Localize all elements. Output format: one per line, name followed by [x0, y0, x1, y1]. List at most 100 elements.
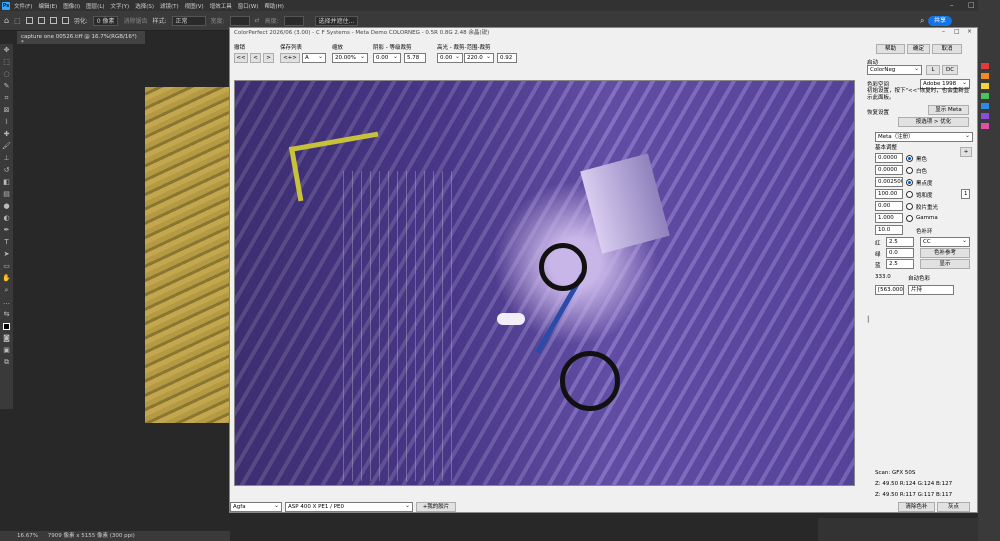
swatch-blue[interactable] [981, 103, 989, 109]
black-radio[interactable] [906, 155, 913, 162]
film-relight-field[interactable]: 0.00 [875, 201, 903, 211]
quick-select-tool-icon[interactable]: ✎ [0, 80, 13, 92]
options-optimize-button[interactable]: 按选项 > 优化 [898, 117, 969, 127]
menu-select[interactable]: 选择(S) [135, 2, 154, 10]
antialias-checkbox[interactable]: 消除锯齿 [123, 16, 147, 25]
savelist-add-button[interactable]: <+> [280, 53, 300, 63]
film-type-select[interactable]: ASP 400 X PE1 / PE0 [285, 502, 413, 512]
style-select[interactable]: 正常 [171, 15, 206, 26]
dialog-maximize-icon[interactable]: □ [954, 28, 960, 35]
eyedropper-tool-icon[interactable]: ⌇ [0, 116, 13, 128]
path-select-icon[interactable]: ➤ [0, 248, 13, 260]
menu-layer[interactable]: 图层(L) [86, 2, 104, 10]
filter-field[interactable]: 10.0 [875, 225, 903, 235]
type-tool-icon[interactable]: T [0, 236, 13, 248]
cancel-button[interactable]: 取消 [932, 44, 962, 54]
menu-edit[interactable]: 编辑(E) [38, 2, 57, 10]
frame-tool-icon[interactable]: ⊠ [0, 104, 13, 116]
swatch-purple[interactable] [981, 113, 989, 119]
subtract-selection-icon[interactable] [49, 17, 57, 24]
film-relight-radio[interactable] [906, 203, 913, 210]
white-field[interactable]: 0.0000 [875, 165, 903, 175]
swatch-pink[interactable] [981, 123, 989, 129]
shadow-select[interactable]: 0.00 [373, 53, 401, 63]
menu-type[interactable]: 文字(Y) [111, 2, 130, 10]
swatch-orange[interactable] [981, 73, 989, 79]
swatch-yellow[interactable] [981, 83, 989, 89]
gamma-field[interactable]: 1.000 [875, 213, 903, 223]
saturation-field[interactable]: 100.00 [875, 189, 903, 199]
new-selection-icon[interactable] [25, 17, 33, 24]
savelist-select[interactable]: A [302, 53, 326, 63]
my-film-button[interactable]: +我的胶片 [416, 502, 456, 512]
startup-l-button[interactable]: L [926, 65, 940, 75]
gamma-radio[interactable] [906, 215, 913, 222]
cc-select[interactable]: CC [920, 237, 970, 247]
blackpoint-field[interactable]: 0.002500 [875, 177, 903, 187]
film-brand-select[interactable]: Agfa [230, 502, 282, 512]
shape-tool-icon[interactable]: ▭ [0, 260, 13, 272]
menu-window[interactable]: 窗口(W) [238, 2, 259, 10]
white-radio[interactable] [906, 167, 913, 174]
minimize-icon[interactable]: – [950, 1, 954, 9]
redo-button[interactable]: > [263, 53, 274, 63]
startup-select[interactable]: ColorNeg [867, 65, 922, 75]
height-input[interactable] [283, 15, 304, 26]
film-hold-field[interactable]: 片持 [908, 285, 954, 295]
history-brush-icon[interactable]: ↺ [0, 164, 13, 176]
select-and-mask-button[interactable]: 选择并遮住... [314, 15, 359, 26]
green-field[interactable]: 0.0 [886, 248, 914, 258]
foreground-color-icon[interactable] [0, 320, 13, 332]
highlight-range-select[interactable]: 220.0 [464, 53, 494, 63]
undo-button[interactable]: < [250, 53, 261, 63]
menu-image[interactable]: 图像(I) [63, 2, 80, 10]
menu-plugins[interactable]: 增效工具 [210, 2, 232, 10]
preview-image[interactable] [234, 80, 855, 486]
search-icon[interactable]: ⌕ [920, 16, 924, 26]
menu-filter[interactable]: 滤镜(T) [160, 2, 179, 10]
menu-view[interactable]: 视图(V) [185, 2, 204, 10]
marquee-tool-icon[interactable]: ⬚ [0, 56, 13, 68]
saturation-radio[interactable] [906, 191, 913, 198]
cc-reference-button[interactable]: 色补参考 [920, 248, 970, 258]
swap-icon[interactable]: ⇄ [255, 17, 260, 24]
red-field[interactable]: 2.5 [886, 237, 914, 247]
dodge-tool-icon[interactable]: ◐ [0, 212, 13, 224]
highlight-value-field[interactable]: 0.92 [497, 53, 517, 63]
meta-select[interactable]: Meta（注册） [875, 132, 973, 142]
show-meta-button[interactable]: 显示 Meta [928, 105, 969, 115]
swatch-red[interactable] [981, 63, 989, 69]
display-button[interactable]: 显示 [920, 259, 970, 269]
dialog-close-icon[interactable]: × [967, 28, 972, 35]
zoom-status[interactable]: 16.67% [17, 533, 38, 539]
menu-file[interactable]: 文件(F) [14, 2, 32, 10]
feather-input[interactable]: 0 像素 [92, 15, 119, 26]
healing-tool-icon[interactable]: ✚ [0, 128, 13, 140]
lasso-tool-icon[interactable]: ◌ [0, 68, 13, 80]
move-tool-icon[interactable]: ✥ [0, 44, 13, 56]
dialog-minimize-icon[interactable]: – [942, 28, 945, 35]
help-button[interactable]: 帮助 [876, 44, 905, 54]
screen-mode-icon[interactable]: ▣ [0, 344, 13, 356]
add-selection-icon[interactable] [37, 17, 45, 24]
eraser-tool-icon[interactable]: ◧ [0, 176, 13, 188]
home-icon[interactable]: ⌂ [4, 16, 9, 25]
quick-mask-icon[interactable]: ◙ [0, 332, 13, 344]
color-swap-icon[interactable]: ⇆ [0, 308, 13, 320]
zoom-select[interactable]: 20.00% [332, 53, 368, 63]
blue-field[interactable]: 2.5 [886, 259, 914, 269]
clear-cc-button[interactable]: 清除色补 [898, 502, 935, 512]
document-tab[interactable]: capture one 00526.tiff @ 16.7%(RGB/16*) … [17, 31, 145, 46]
maximize-icon[interactable]: □ [968, 1, 975, 9]
blackpoint-radio[interactable] [906, 179, 913, 186]
gradient-tool-icon[interactable]: ▤ [0, 188, 13, 200]
black-field[interactable]: 0.0000 [875, 153, 903, 163]
menu-help[interactable]: 帮助(H) [264, 2, 283, 10]
crop-tool-icon[interactable]: ⌗ [0, 92, 13, 104]
share-button[interactable]: 共享 [927, 16, 952, 26]
swatch-green[interactable] [981, 93, 989, 99]
intersect-selection-icon[interactable] [61, 17, 69, 24]
shadow-value-field[interactable]: 5.78 [404, 53, 426, 63]
marquee-icon[interactable]: ⬚ [14, 17, 21, 25]
undo-all-button[interactable]: << [234, 53, 248, 63]
